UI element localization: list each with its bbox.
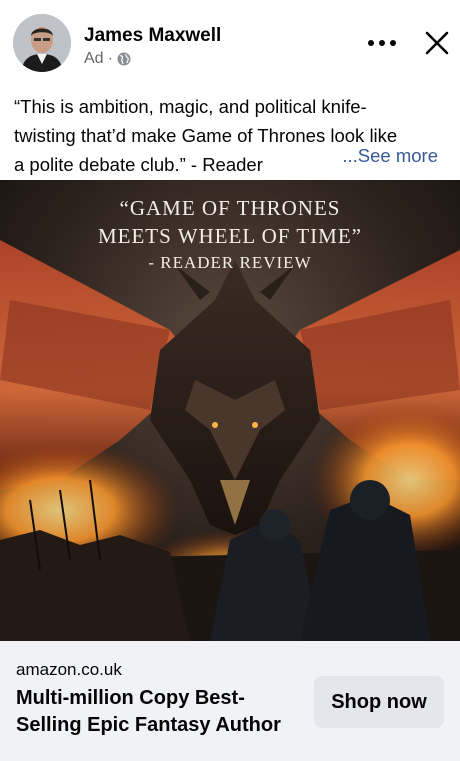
post-meta: Ad · bbox=[84, 50, 131, 68]
creative-attribution: - Reader Review bbox=[148, 253, 312, 272]
close-icon[interactable] bbox=[420, 26, 454, 60]
post-text-line: “This is ambition, magic, and political … bbox=[14, 96, 367, 117]
ad-creative-image[interactable]: “Game of Thrones meets Wheel of Time” - … bbox=[0, 180, 460, 641]
meta-separator: · bbox=[107, 50, 113, 67]
post-header: James Maxwell Ad · bbox=[0, 0, 460, 86]
link-domain: amazon.co.uk bbox=[16, 660, 122, 679]
globe-icon[interactable] bbox=[117, 52, 131, 66]
author-name[interactable]: James Maxwell bbox=[84, 25, 221, 47]
cta-footer[interactable]: amazon.co.uk Multi-million Copy Best-Sel… bbox=[0, 641, 460, 761]
avatar[interactable] bbox=[13, 14, 71, 72]
shop-now-button[interactable]: Shop now bbox=[314, 676, 444, 728]
dot bbox=[390, 40, 396, 46]
creative-quote-line: meets Wheel of Time” bbox=[97, 224, 362, 248]
dot bbox=[368, 40, 374, 46]
ad-creative-quote: “Game of Thrones meets Wheel of Time” - … bbox=[0, 194, 460, 276]
ad-label: Ad bbox=[84, 50, 104, 67]
creative-quote-line: “Game of Thrones bbox=[119, 196, 341, 220]
see-more-link[interactable]: ...See more bbox=[342, 145, 438, 167]
link-headline: Multi-million Copy Best-Selling Epic Fan… bbox=[16, 687, 281, 736]
more-options-icon[interactable] bbox=[362, 28, 402, 58]
dot bbox=[379, 40, 385, 46]
